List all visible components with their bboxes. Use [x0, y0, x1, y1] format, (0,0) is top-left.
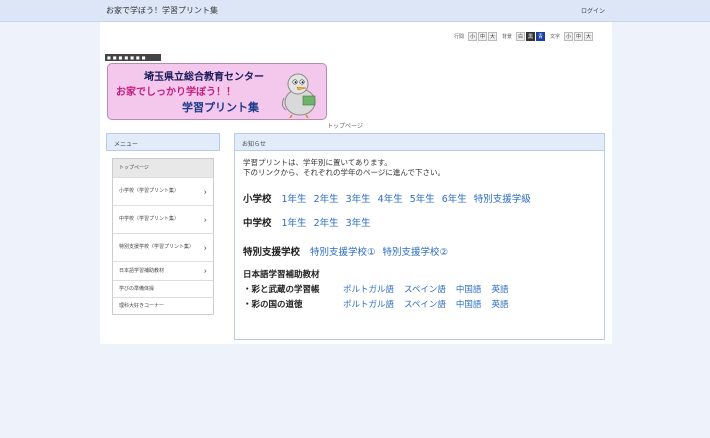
sai-musashi-chinese-link[interactable]: 中国語 [456, 283, 482, 295]
side-menu: トップページ 小学校（学習プリント集） › 中学校（学習プリント集） › 特別支… [112, 158, 214, 315]
sai-moral-chinese-link[interactable]: 中国語 [456, 298, 482, 310]
elementary-grade-4-link[interactable]: 4年生 [378, 191, 403, 205]
bird-mascot-icon [281, 73, 316, 118]
elementary-grade-1-link[interactable]: 1年生 [282, 191, 307, 205]
menu-item-japanese-materials[interactable]: 日本語学習補助教材 › [113, 261, 213, 280]
junior-high-label: 中学校 [243, 218, 272, 229]
sai-moral-row: ・彩の国の道徳 ポルトガル語 スペイン語 中国語 英語 [243, 298, 518, 310]
notice-intro: 学習プリントは、学年別に置いてあります。 下のリンクから、それぞれの学年のページ… [243, 158, 445, 177]
special-school-label: 特別支援学校 [243, 247, 301, 258]
elementary-grade-5-link[interactable]: 5年生 [410, 191, 435, 205]
menu-item-junior-high[interactable]: 中学校（学習プリント集） › [113, 205, 213, 233]
sai-musashi-english-link[interactable]: 英語 [491, 283, 508, 295]
menu-item-elementary[interactable]: 小学校（学習プリント集） › [113, 177, 213, 205]
junior-grade-2-link[interactable]: 2年生 [314, 215, 339, 229]
elementary-grade-6-link[interactable]: 6年生 [442, 191, 467, 205]
junior-grade-3-link[interactable]: 3年生 [346, 215, 371, 229]
bg-black-button[interactable]: 黒 [526, 32, 536, 41]
line-spacing-large[interactable]: 大 [488, 32, 498, 41]
sai-musashi-portuguese-link[interactable]: ポルトガル語 [343, 283, 394, 295]
sai-moral-label: ・彩の国の道徳 [243, 300, 303, 310]
elementary-grade-3-link[interactable]: 3年生 [346, 191, 371, 205]
sai-moral-spanish-link[interactable]: スペイン語 [404, 298, 446, 310]
logo-line-2: お家でしっかり学ぼう！！ [116, 87, 236, 98]
notice-panel: 学習プリントは、学年別に置いてあります。 下のリンクから、それぞれの学年のページ… [234, 151, 605, 340]
sai-musashi-spanish-link[interactable]: スペイン語 [404, 283, 446, 295]
top-bar: お家で学ぼう！学習プリント集 ログイン [0, 0, 710, 22]
text-medium-button[interactable]: 中 [574, 32, 584, 41]
special-school-2-link[interactable]: 特別支援学校② [383, 244, 449, 258]
elementary-grade-2-link[interactable]: 2年生 [314, 191, 339, 205]
site-logo[interactable]: ■■■■■■■ 埼玉県立総合教育センター お家でしっかり学ぼう！！ 学習プリント… [105, 54, 327, 120]
menu-item-warmup[interactable]: 学びの準備体操 [113, 280, 213, 297]
junior-high-row: 中学校 1年生 2年生 3年生 [243, 215, 378, 229]
text-large-button[interactable]: 大 [584, 32, 594, 41]
menu-item-top[interactable]: トップページ [113, 159, 213, 177]
junior-grade-1-link[interactable]: 1年生 [282, 215, 307, 229]
sai-moral-portuguese-link[interactable]: ポルトガル語 [343, 298, 394, 310]
display-controls: 行間 小 中 大 背景 白 黒 青 文字 小 中 大 [450, 32, 594, 41]
sai-moral-english-link[interactable]: 英語 [491, 298, 508, 310]
chevron-right-icon: › [203, 215, 207, 224]
logo-line-3: 学習プリント集 [182, 101, 259, 114]
menu-item-special-support[interactable]: 特別支援学校（学習プリント集） › [113, 233, 213, 261]
breadcrumb: トップページ [327, 123, 363, 130]
sai-musashi-label: ・彩と武蔵の学習帳 [243, 285, 320, 295]
special-school-1-link[interactable]: 特別支援学校① [310, 244, 376, 258]
logo-banner: 埼玉県立総合教育センター お家でしっかり学ぼう！！ 学習プリント集 [107, 63, 327, 120]
line-spacing-label: 行間 [454, 34, 465, 40]
logo-line-1: 埼玉県立総合教育センター [144, 72, 264, 83]
line-spacing-medium[interactable]: 中 [478, 32, 488, 41]
chevron-right-icon: › [203, 243, 207, 252]
menu-header: メニュー [106, 133, 220, 151]
elementary-label: 小学校 [243, 194, 272, 205]
special-school-row: 特別支援学校 特別支援学校① 特別支援学校② [243, 244, 455, 258]
text-small-button[interactable]: 小 [564, 32, 574, 41]
notice-header: お知らせ [234, 133, 605, 151]
background-label: 背景 [502, 34, 513, 40]
chevron-right-icon: › [203, 266, 207, 276]
line-spacing-small[interactable]: 小 [468, 32, 478, 41]
sai-musashi-row: ・彩と武蔵の学習帳 ポルトガル語 スペイン語 中国語 英語 [243, 283, 518, 295]
japanese-materials-label: 日本語学習補助教材 [243, 270, 320, 280]
elementary-special-class-link[interactable]: 特別支援学級 [474, 191, 531, 205]
login-link[interactable]: ログイン [581, 6, 605, 15]
text-size-label: 文字 [550, 34, 561, 40]
menu-item-science-corner[interactable]: 理科大好きコーナー [113, 297, 213, 314]
elementary-row: 小学校 1年生 2年生 3年生 4年生 5年生 6年生 特別支援学級 [243, 191, 538, 205]
logo-strip: ■■■■■■■ [105, 54, 161, 61]
bg-blue-button[interactable]: 青 [536, 32, 546, 41]
bg-white-button[interactable]: 白 [516, 32, 526, 41]
chevron-right-icon: › [203, 187, 207, 196]
site-title[interactable]: お家で学ぼう！学習プリント集 [106, 5, 218, 16]
